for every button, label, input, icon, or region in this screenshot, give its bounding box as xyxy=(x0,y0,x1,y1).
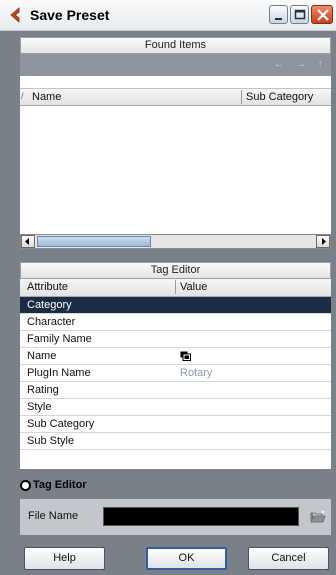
title-bar: Save Preset xyxy=(0,0,336,31)
tag-editor-header: Tag Editor xyxy=(20,262,331,279)
found-items-list[interactable] xyxy=(20,106,331,234)
tag-attribute-label: PlugIn Name xyxy=(27,367,91,379)
found-items-header: Found Items xyxy=(20,37,331,54)
nav-arrows-icon[interactable]: ← → ↑ xyxy=(273,58,327,70)
close-button[interactable] xyxy=(311,5,333,24)
tag-attribute-label: Sub Style xyxy=(27,435,75,447)
tag-row-category[interactable]: Category xyxy=(20,297,331,314)
tag-value[interactable]: Rotary xyxy=(180,367,212,379)
scroll-thumb[interactable] xyxy=(37,236,151,247)
tag-row-rating[interactable]: Rating xyxy=(20,382,331,399)
maximize-icon xyxy=(294,9,306,20)
tag-attribute-label: Style xyxy=(27,401,52,413)
found-items-hscrollbar[interactable] xyxy=(20,234,331,249)
save-preset-dialog: Save Preset Found Items ← → ↑ / Name Sub… xyxy=(0,0,336,575)
tag-editor-table: Category Character Family Name Name Plug… xyxy=(20,297,331,469)
tag-attribute-label: Rating xyxy=(27,384,59,396)
found-items-nav-bar: ← → ↑ xyxy=(20,54,331,76)
column-name[interactable]: Name xyxy=(32,91,61,103)
minimize-icon xyxy=(275,18,282,20)
column-attribute[interactable]: Attribute xyxy=(27,281,68,293)
tag-row-family-name[interactable]: Family Name xyxy=(20,331,331,348)
arrow-right-icon xyxy=(322,238,326,245)
edit-name-icon[interactable] xyxy=(180,351,191,361)
ok-button[interactable]: OK xyxy=(146,547,227,570)
tag-row-name[interactable]: Name xyxy=(20,348,331,365)
tag-editor-column-header: Attribute Value xyxy=(20,279,331,297)
tag-editor-toggle-label: Tag Editor xyxy=(33,479,87,491)
tag-row-sub-style[interactable]: Sub Style xyxy=(20,433,331,450)
help-button[interactable]: Help xyxy=(24,547,105,570)
arrow-left-icon xyxy=(25,238,29,245)
close-icon xyxy=(317,9,329,21)
tag-attribute-label: Family Name xyxy=(27,333,92,345)
app-arrow-icon xyxy=(10,7,20,23)
column-sub-category[interactable]: Sub Category xyxy=(246,91,313,103)
tag-attribute-label: Character xyxy=(27,316,76,328)
tag-row-character[interactable]: Character xyxy=(20,314,331,331)
minimize-button[interactable] xyxy=(269,5,288,24)
tag-attribute-label: Sub Category xyxy=(27,418,95,430)
tag-row-plugin-name[interactable]: PlugIn Name Rotary xyxy=(20,365,331,382)
cancel-button[interactable]: Cancel xyxy=(248,547,329,570)
maximize-button[interactable] xyxy=(290,5,309,24)
file-name-label: File Name xyxy=(28,510,79,522)
column-divider[interactable] xyxy=(241,90,242,104)
column-value[interactable]: Value xyxy=(180,281,207,293)
tag-attribute-label: Name xyxy=(27,350,57,362)
window-title: Save Preset xyxy=(30,7,110,23)
browse-folder-icon[interactable] xyxy=(310,510,326,523)
sort-indicator-icon: / xyxy=(21,91,24,101)
file-name-input[interactable] xyxy=(103,507,299,526)
found-items-column-header: / Name Sub Category xyxy=(20,88,331,106)
radio-icon[interactable] xyxy=(20,480,31,491)
tag-row-sub-category[interactable]: Sub Category xyxy=(20,416,331,433)
scroll-right-button[interactable] xyxy=(316,235,330,248)
tag-row-style[interactable]: Style xyxy=(20,399,331,416)
column-divider[interactable] xyxy=(175,280,176,294)
tag-attribute-label: Category xyxy=(27,299,72,311)
found-items-spacer xyxy=(20,76,331,88)
scroll-left-button[interactable] xyxy=(21,235,35,248)
file-name-bar: File Name xyxy=(20,499,331,535)
